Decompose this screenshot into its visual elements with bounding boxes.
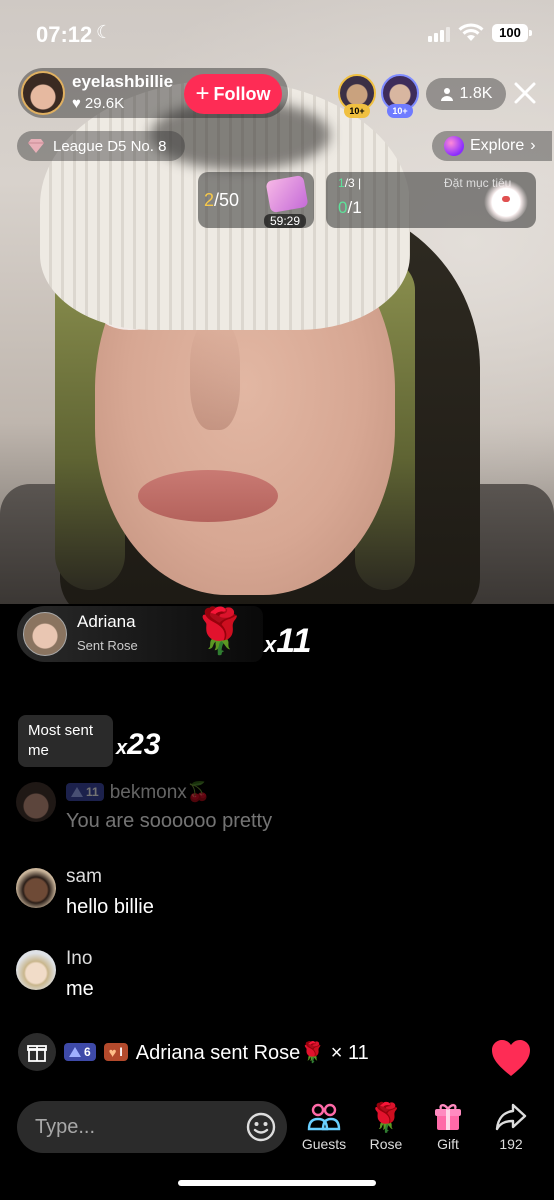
gift-system-text: Adriana sent Rose🌹 × 11 xyxy=(135,1041,369,1064)
gift-box-icon xyxy=(265,174,309,214)
level-badge: 11 xyxy=(66,783,104,801)
gift-combo: x11 xyxy=(264,622,312,660)
follow-label: Follow xyxy=(213,83,271,104)
explore-label: Explore xyxy=(470,137,525,154)
rose-label: Rose xyxy=(369,1136,403,1152)
rose-button[interactable]: 🌹 Rose xyxy=(356,1100,416,1156)
gift-button[interactable]: Gift xyxy=(418,1100,478,1156)
chat-username: sam xyxy=(66,866,102,887)
chat-text: hello billie xyxy=(66,896,154,918)
moon-icon: ☾ xyxy=(96,22,113,42)
close-icon[interactable] xyxy=(510,78,540,108)
explore-orb-icon xyxy=(444,136,464,156)
gift-goal-widget[interactable]: 2/50 59:29 xyxy=(198,172,314,228)
video-nose xyxy=(190,320,240,430)
sender-avatar[interactable] xyxy=(23,612,67,656)
task-value: 0/1 xyxy=(338,198,362,217)
chat-text: You are soooooo pretty xyxy=(66,810,273,832)
most-sent-label: Most sent me xyxy=(18,715,113,767)
bird-icon xyxy=(484,178,528,222)
host-likes-count: 29.6K xyxy=(84,95,125,112)
gift-icon xyxy=(18,1033,56,1071)
viewer-count: 1.8K xyxy=(459,85,493,102)
gift-label: Gift xyxy=(437,1136,459,1152)
gift-action: Sent Rose xyxy=(77,638,138,653)
heart-icon: ♥ xyxy=(108,1044,117,1060)
task-progress: 1/3 | xyxy=(338,176,362,190)
gift-goal-timer: 59:29 xyxy=(264,214,307,228)
top-viewer-badge: 10+ xyxy=(344,104,370,118)
viewer-count-button[interactable]: 1.8K xyxy=(426,78,506,110)
battery-icon: 100 xyxy=(492,24,532,42)
emoji-icon[interactable] xyxy=(245,1111,277,1143)
diamond-icon xyxy=(28,139,44,153)
gift-goal-count: 2/50 xyxy=(204,190,240,210)
guests-label: Guests xyxy=(301,1136,347,1152)
gift-sender-name: Adriana xyxy=(77,612,136,631)
wifi-icon xyxy=(458,23,484,41)
top-viewer-avatar[interactable]: 10+ xyxy=(381,74,419,118)
league-label: League D5 No. 8 xyxy=(53,137,167,155)
rose-icon: 🌹 xyxy=(192,607,247,656)
chat-avatar[interactable] xyxy=(16,868,56,908)
most-sent-combo: x23 xyxy=(116,728,161,761)
top-viewer-badge: 10+ xyxy=(387,104,413,118)
chat-avatar[interactable] xyxy=(16,950,56,990)
like-heart-icon[interactable] xyxy=(490,1038,532,1078)
status-bar: 07:12 ☾ 100 xyxy=(0,0,554,62)
chevron-right-icon: › xyxy=(530,137,536,154)
chat-avatar[interactable] xyxy=(16,782,56,822)
heart-icon: ♥ xyxy=(72,95,81,112)
level-badge: 6 xyxy=(64,1043,96,1061)
home-indicator[interactable] xyxy=(178,1180,376,1186)
league-badge[interactable]: League D5 No. 8 xyxy=(17,131,185,161)
share-icon xyxy=(495,1103,527,1131)
fan-badge: ♥ I xyxy=(103,1043,128,1061)
task-widget[interactable]: 1/3 | Đặt mục tiêu 0/1 xyxy=(326,172,536,228)
follow-button[interactable]: + Follow xyxy=(184,74,282,114)
guests-button[interactable]: Guests xyxy=(294,1100,354,1156)
rose-icon: 🌹 xyxy=(368,1101,404,1133)
comment-placeholder: Type... xyxy=(35,1115,96,1138)
share-count: 192 xyxy=(499,1136,523,1152)
host-avatar[interactable] xyxy=(21,71,65,115)
video-lips xyxy=(138,470,278,522)
person-icon xyxy=(440,88,453,101)
chat-username: Ino xyxy=(66,948,93,969)
status-time: 07:12 xyxy=(36,22,93,47)
share-button[interactable]: 192 xyxy=(481,1100,541,1156)
host-name: eyelashbillie xyxy=(72,72,174,91)
comment-input[interactable]: Type... xyxy=(17,1101,287,1153)
chat-text: me xyxy=(66,978,94,1000)
chat-username: 11 bekmonx🍒 xyxy=(66,780,210,804)
signal-icon xyxy=(428,27,450,42)
explore-button[interactable]: Explore › xyxy=(432,131,552,161)
guests-icon xyxy=(307,1103,341,1131)
plus-icon: + xyxy=(195,80,210,107)
level-icon xyxy=(69,1047,81,1057)
host-likes: ♥ 29.6K xyxy=(72,95,124,112)
top-viewer-avatar[interactable]: 10+ xyxy=(338,74,376,118)
gift-icon xyxy=(435,1104,461,1130)
gift-system-message: 6 ♥ I Adriana sent Rose🌹 × 11 xyxy=(18,1032,498,1072)
level-icon xyxy=(71,787,83,797)
